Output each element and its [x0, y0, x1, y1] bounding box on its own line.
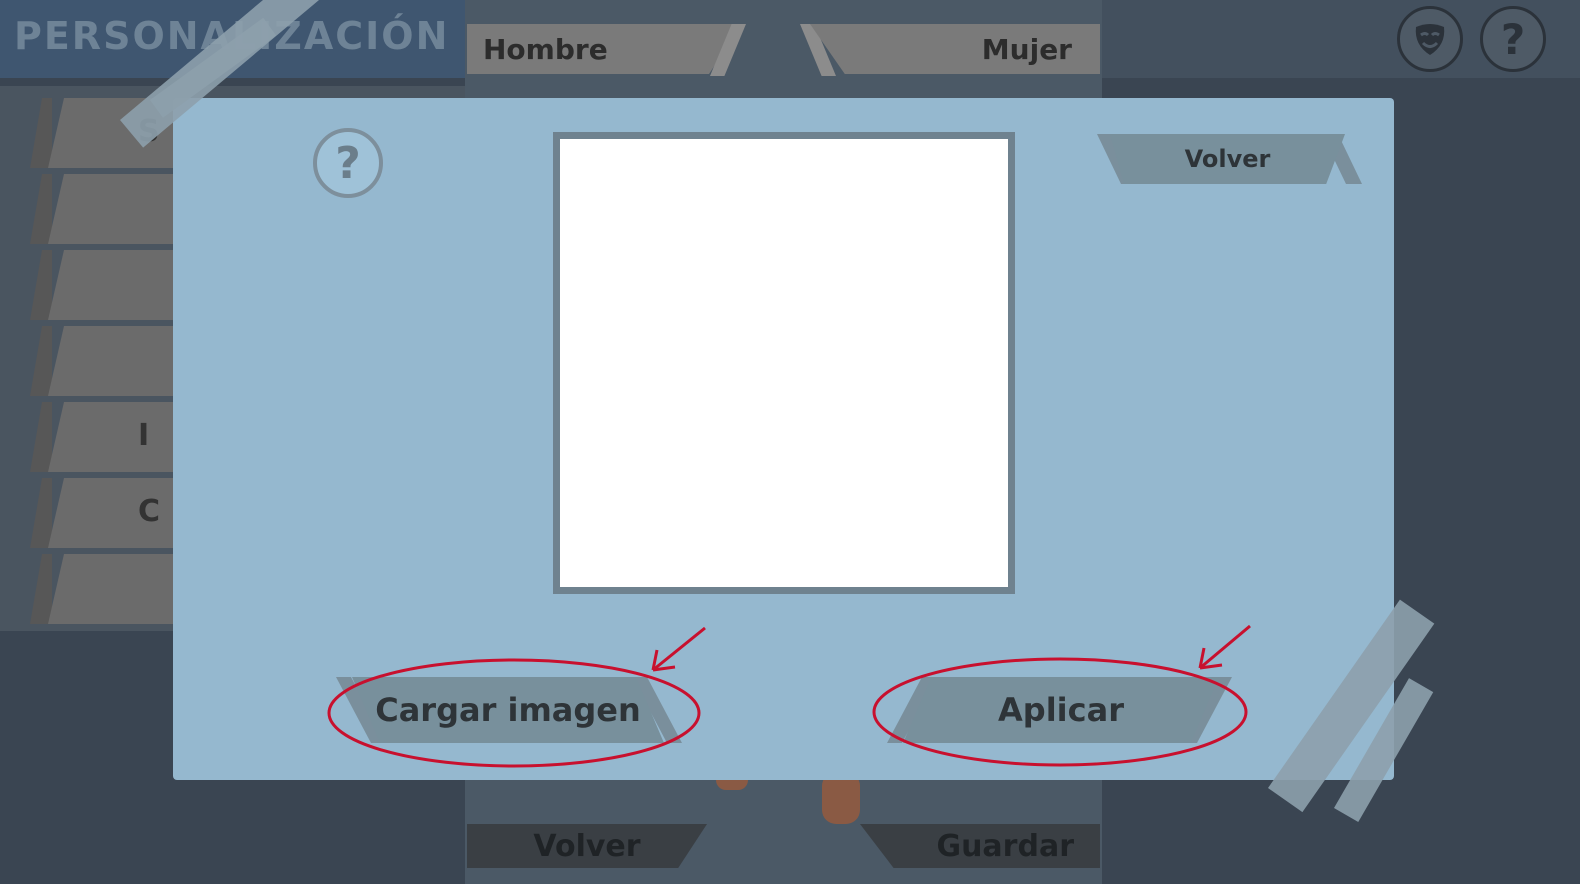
- annotation-overlay: [327, 624, 1251, 768]
- arrow-icon: [1198, 624, 1251, 670]
- arrow-icon: [651, 626, 706, 672]
- highlight-ellipse: [872, 657, 1248, 767]
- highlight-ellipse: [327, 658, 701, 768]
